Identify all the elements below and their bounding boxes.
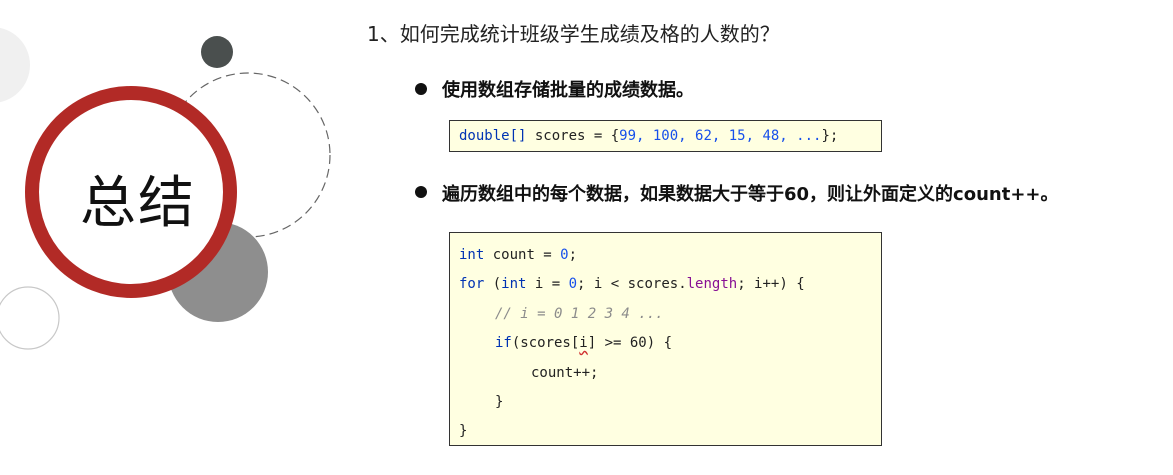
code-box-array: double[] scores = {99, 100, 62, 15, 48, …: [449, 120, 882, 152]
code-line-2: for (int i = 0; i < scores.length; i++) …: [459, 274, 805, 294]
code-type: double[]: [459, 128, 527, 144]
summary-title: 总结: [80, 171, 196, 236]
point-2-text: 遍历数组中的每个数据，如果数据大于等于60，则让外面定义的count++。: [442, 184, 1059, 205]
point-1-text: 使用数组存储批量的成绩数据。: [442, 80, 694, 101]
kw-if: if: [495, 335, 512, 351]
kw-int: int: [501, 276, 527, 292]
kw-int: int: [459, 247, 485, 263]
code-property: length: [686, 276, 738, 292]
bullet-dot-1: [412, 78, 434, 100]
faint-circle-top: [0, 27, 30, 103]
outline-circle-small: [0, 286, 60, 350]
code-line-1: int count = 0;: [459, 245, 577, 265]
code-line-6: }: [495, 394, 504, 410]
code-text: ] >= 60) {: [587, 335, 673, 351]
question-heading: 1、如何完成统计班级学生成绩及格的人数的？: [367, 22, 780, 46]
code-line-array: double[] scores = {99, 100, 62, 15, 48, …: [459, 126, 838, 146]
code-text: (scores[: [511, 335, 580, 351]
code-text: (: [484, 276, 502, 292]
code-index-var: i: [579, 335, 588, 351]
code-line-3-comment: // i = 0 1 2 3 4 ...: [495, 306, 664, 322]
bullet-dot-2: [412, 181, 434, 203]
code-number: 0: [560, 247, 569, 263]
code-line-4: if(scores[i] >= 60) {: [495, 333, 672, 353]
code-values: 99, 100, 62, 15, 48, ...: [619, 128, 822, 144]
code-box-loop: int count = 0; for (int i = 0; i < score…: [449, 232, 882, 446]
code-text: i =: [526, 276, 569, 292]
kw-for: for: [459, 276, 485, 292]
code-line-7: }: [459, 423, 468, 439]
code-text: ; i < scores.: [577, 276, 687, 292]
code-plain: scores = {: [526, 128, 620, 144]
code-text: ;: [568, 247, 578, 263]
dark-dot: [201, 36, 233, 68]
code-line-5: count++;: [531, 365, 599, 381]
code-text: count =: [484, 247, 561, 263]
code-number: 0: [568, 276, 578, 292]
code-text: ; i++) {: [737, 276, 805, 292]
code-end: };: [821, 128, 839, 144]
